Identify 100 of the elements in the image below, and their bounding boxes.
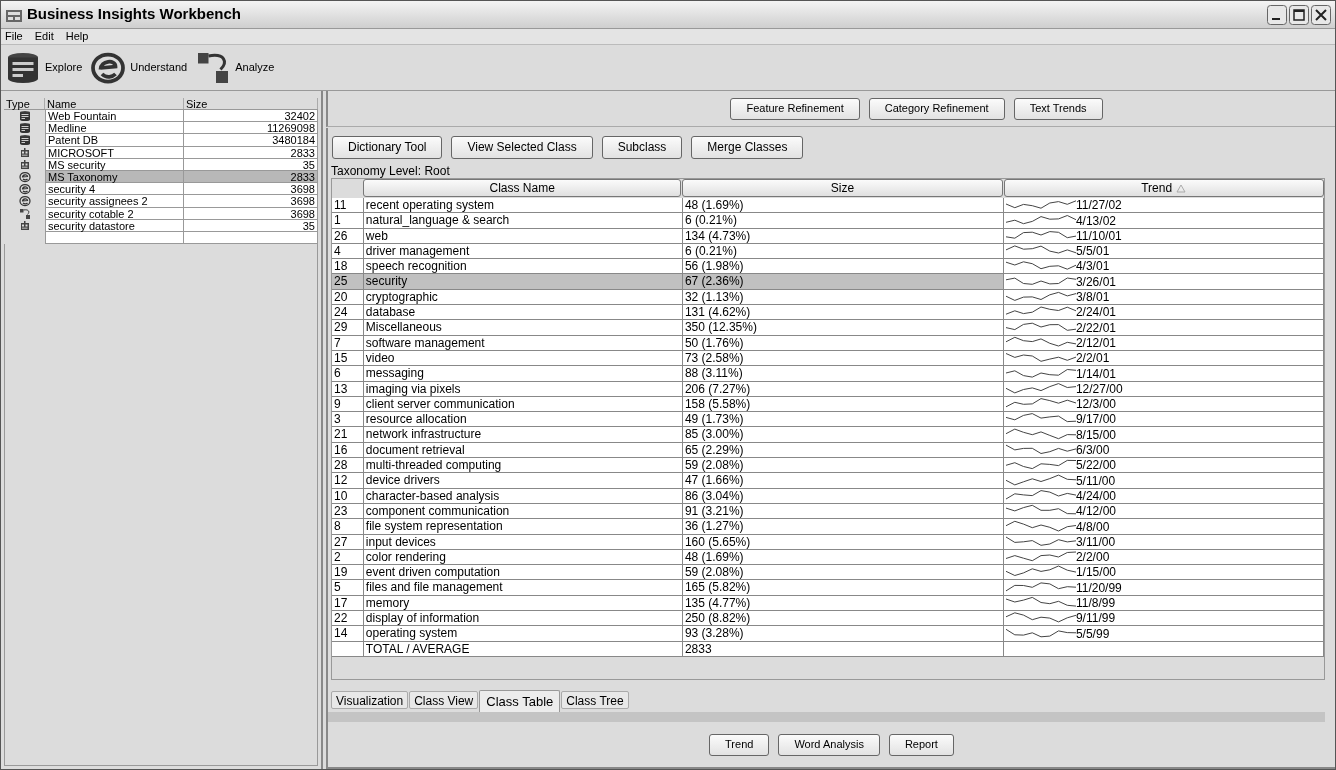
menu-item[interactable]: Edit [34,28,54,45]
cubes-icon [18,207,31,220]
trend-date: 4/3/01 [1075,260,1110,274]
row-number: 5 [332,580,364,596]
row-number: 21 [332,427,364,443]
table-cell[interactable]: Medline [45,122,184,135]
table-cell[interactable]: 93 (3.28%) [682,626,1004,642]
table-cell[interactable]: network infrastructure [363,427,683,443]
table-cell[interactable]: 47 (1.66%) [682,473,1004,489]
table-cell[interactable]: Miscellaneous [363,320,683,336]
toolbar-button[interactable]: Analyze [235,59,275,76]
table-cell[interactable]: 206 (7.27%) [682,381,1004,397]
close-icon[interactable] [1311,4,1331,25]
tab[interactable]: Class Tree [561,691,629,709]
trend-date: 1/15/00 [1075,566,1116,580]
tab[interactable]: Class View [409,691,479,709]
row-number: 13 [332,381,364,397]
column-header[interactable]: Type [4,98,45,109]
column-header[interactable]: Name [45,98,184,109]
trend-date: 9/11/99 [1075,612,1116,626]
table-cell[interactable]: 11269098 [184,122,318,135]
toolbar-button[interactable]: Feature Refinement [730,97,860,120]
menu-item[interactable]: Help [65,28,89,45]
table-cell[interactable]: 3698 [184,183,318,196]
trend-date: 5/22/00 [1075,459,1116,473]
swirl-icon [18,183,31,196]
trend-date: 3/8/01 [1075,291,1110,305]
trend-date: 2/22/01 [1075,321,1116,335]
table-cell[interactable]: Patent DB [45,134,184,147]
row-number: 26 [332,228,364,244]
trend-sparkline [1005,426,1076,442]
trend-date: 11/8/99 [1075,597,1116,610]
trend-date: 5/5/99 [1075,627,1110,641]
column-header[interactable]: Size [184,98,318,109]
table-cell: 2833 [682,641,1004,657]
trend-sparkline [1005,334,1076,350]
table-cell[interactable]: security assignees 2 [45,195,184,208]
maximize-icon[interactable] [1289,4,1309,25]
row-number: 1 [332,213,364,229]
table-cell[interactable]: Web Fountain [45,110,184,123]
table-cell[interactable]: messaging [363,366,683,382]
trend-date: 2/2/00 [1075,551,1110,565]
toolbar-button[interactable]: View Selected Class [451,135,593,159]
table-cell[interactable]: file system representation [363,519,683,535]
table-cell[interactable]: natural_language & search [363,213,683,229]
trend-date: 6/3/00 [1075,444,1110,458]
table-cell[interactable]: security 4 [45,183,184,196]
table-cell[interactable]: 36 (1.27%) [682,519,1004,535]
table-cell[interactable]: software management [363,335,683,351]
table-cell[interactable]: 32402 [184,110,318,123]
table-cell [332,641,364,657]
row-number: 6 [332,366,364,382]
toolbar-button[interactable]: Report [888,733,954,756]
table-cell[interactable]: 85 (3.00%) [682,427,1004,443]
table-cell[interactable]: 88 (3.11%) [682,366,1004,382]
trend-date: 5/11/00 [1075,474,1116,488]
trend-date: 3/26/01 [1075,275,1116,289]
table-cell[interactable]: 3698 [184,195,318,208]
column-header[interactable]: Class Name [363,179,682,197]
table-cell[interactable]: operating system [363,626,683,642]
table-cell[interactable]: character-based analysis [363,488,683,504]
menu-item[interactable]: File [5,28,23,45]
table-cell[interactable]: security [363,274,683,290]
trend-date: 2/2/01 [1075,352,1110,366]
table-cell[interactable]: imaging via pixels [363,381,683,397]
table-cell[interactable]: 67 (2.36%) [682,274,1004,290]
toolbar-button[interactable]: Text Trends [1013,97,1103,120]
table-cell[interactable]: 3480184 [184,134,318,147]
toolbar-button[interactable]: Subclass [601,135,683,159]
table-cell[interactable]: 165 (5.82%) [682,580,1004,596]
table-cell[interactable]: web [363,228,683,244]
table-cell[interactable]: 50 (1.76%) [682,335,1004,351]
column-header[interactable]: Trend [1003,179,1324,197]
taxonomy-level-label: Taxonomy Level: Root [330,164,451,178]
tab[interactable]: Class Table [479,690,561,712]
table-cell[interactable]: 86 (3.04%) [682,488,1004,504]
table-cell[interactable]: device drivers [363,473,683,489]
toolbar-button[interactable]: Explore [45,59,83,76]
table-cell[interactable]: 134 (4.73%) [682,228,1004,244]
table-cell[interactable]: files and file management [363,580,683,596]
trend-date: 11/27/02 [1075,199,1122,213]
table-cell[interactable]: input devices [363,534,683,550]
trend-date: 12/3/00 [1075,398,1116,412]
table-cell[interactable]: 6 (0.21%) [682,213,1004,229]
minimize-icon[interactable] [1267,4,1287,25]
trend-sparkline [1005,610,1076,626]
toolbar-button[interactable]: Dictionary Tool [332,135,443,159]
trend-sparkline [1005,518,1076,534]
database-icon [18,122,31,135]
table-cell: TOTAL / AVERAGE [363,641,683,657]
tab[interactable]: Visualization [331,691,409,709]
table-cell[interactable]: 350 (12.35%) [682,320,1004,336]
toolbar-button[interactable]: Understand [130,59,188,76]
toolbar-button[interactable]: Word Analysis [778,733,880,756]
toolbar-button[interactable]: Merge Classes [691,135,804,159]
column-header[interactable]: Size [682,179,1003,197]
toolbar-button[interactable]: Trend [709,733,770,756]
table-cell[interactable]: 160 (5.65%) [682,534,1004,550]
toolbar-button[interactable]: Category Refinement [868,97,1005,120]
row-number: 8 [332,519,364,535]
